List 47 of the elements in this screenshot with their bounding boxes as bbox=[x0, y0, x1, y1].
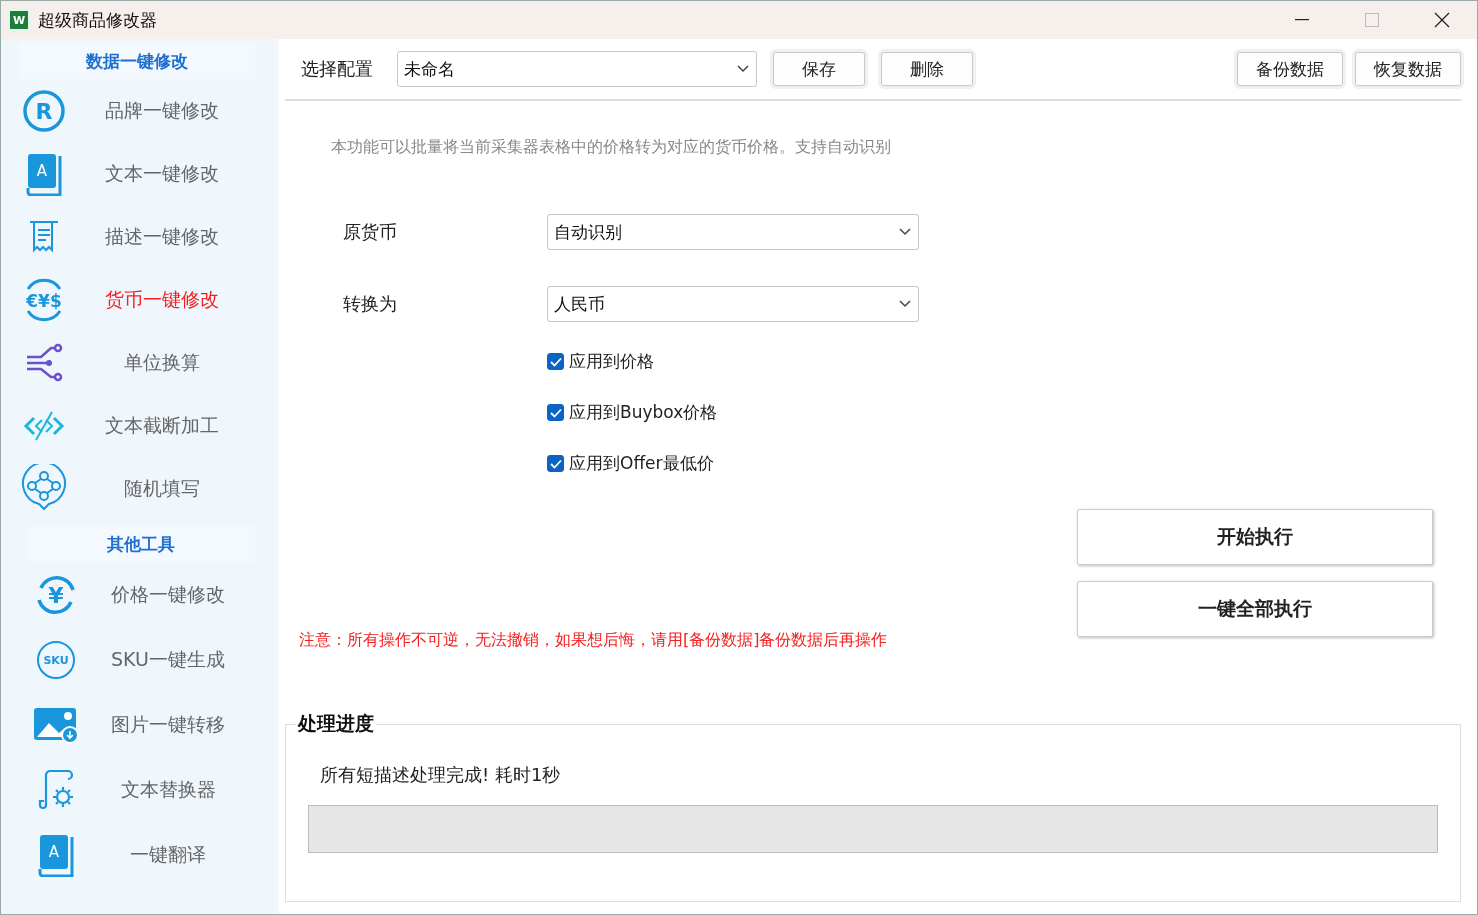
maximize-icon bbox=[1365, 13, 1379, 27]
checkbox[interactable] bbox=[547, 455, 564, 472]
field-label: 原货币 bbox=[343, 220, 398, 244]
sidebar-item[interactable]: 图片一键转移 bbox=[1, 692, 261, 757]
action-button[interactable]: 一键全部执行 bbox=[1077, 581, 1433, 637]
sidebar-item[interactable]: 单位换算 bbox=[1, 331, 261, 394]
checkbox[interactable] bbox=[547, 353, 564, 370]
sidebar-item[interactable]: ¥ 价格一键修改 bbox=[1, 562, 261, 627]
description-text: 本功能可以批量将当前采集器表格中的价格转为对应的货币价格。支持自动识别 bbox=[331, 137, 892, 158]
checkbox-label: 应用到Offer最低价 bbox=[569, 452, 714, 475]
toolbar-button[interactable]: 恢复数据 bbox=[1355, 52, 1461, 86]
action-button[interactable]: 开始执行 bbox=[1077, 509, 1433, 565]
close-icon bbox=[1434, 12, 1450, 28]
checkbox-label: 应用到价格 bbox=[569, 350, 654, 373]
sidebar-item[interactable]: A 一键翻译 bbox=[1, 822, 261, 887]
sku-icon: SKU bbox=[35, 638, 77, 681]
sidebar-item[interactable]: SKU SKU一键生成 bbox=[1, 627, 261, 692]
sidebar-item[interactable]: R 品牌一键修改 bbox=[1, 79, 261, 142]
sidebar-item[interactable]: A 文本一键修改 bbox=[1, 142, 261, 205]
chevron-down-icon bbox=[898, 227, 912, 237]
currency-dropdown[interactable]: 自动识别 bbox=[547, 214, 919, 250]
toolbar-button[interactable]: 备份数据 bbox=[1237, 52, 1343, 86]
image-download-icon bbox=[32, 705, 80, 744]
warning-text: 注意：所有操作不可逆，无法撤销，如果想后悔，请用[备份数据]备份数据后再操作 bbox=[299, 630, 888, 649]
chevron-down-icon bbox=[736, 64, 750, 74]
currency-dropdown[interactable]: 人民币 bbox=[547, 286, 919, 322]
field-label: 转换为 bbox=[343, 292, 398, 316]
sidebar-item[interactable]: 文本替换器 bbox=[1, 757, 261, 822]
config-label: 选择配置 bbox=[301, 57, 373, 81]
sidebar-item[interactable]: 描述一键修改 bbox=[1, 205, 261, 268]
checkbox[interactable] bbox=[547, 404, 564, 421]
sidebar-item[interactable]: 文本截断加工 bbox=[1, 394, 261, 457]
window-title: 超级商品修改器 bbox=[38, 8, 158, 32]
sidebar-item[interactable]: 随机填写 bbox=[1, 457, 261, 520]
registered-icon: R bbox=[21, 87, 67, 134]
section-header: 其他工具 bbox=[27, 526, 255, 562]
checkbox-label: 应用到Buybox价格 bbox=[569, 401, 718, 424]
status-message: 所有短描述处理完成! 耗时1秒 bbox=[320, 763, 562, 787]
section-header: 数据一键修改 bbox=[19, 43, 255, 79]
config-dropdown[interactable]: 未命名 bbox=[397, 51, 757, 87]
minimize-icon bbox=[1295, 19, 1309, 21]
sidebar-item[interactable]: €¥$ 货币一键修改 bbox=[1, 268, 261, 331]
toolbar-button[interactable]: 保存 bbox=[773, 52, 865, 86]
chevron-down-icon bbox=[898, 299, 912, 309]
group-title: 处理进度 bbox=[296, 711, 375, 736]
app-logo: W bbox=[7, 8, 31, 32]
toolbar-button[interactable]: 删除 bbox=[881, 52, 973, 86]
